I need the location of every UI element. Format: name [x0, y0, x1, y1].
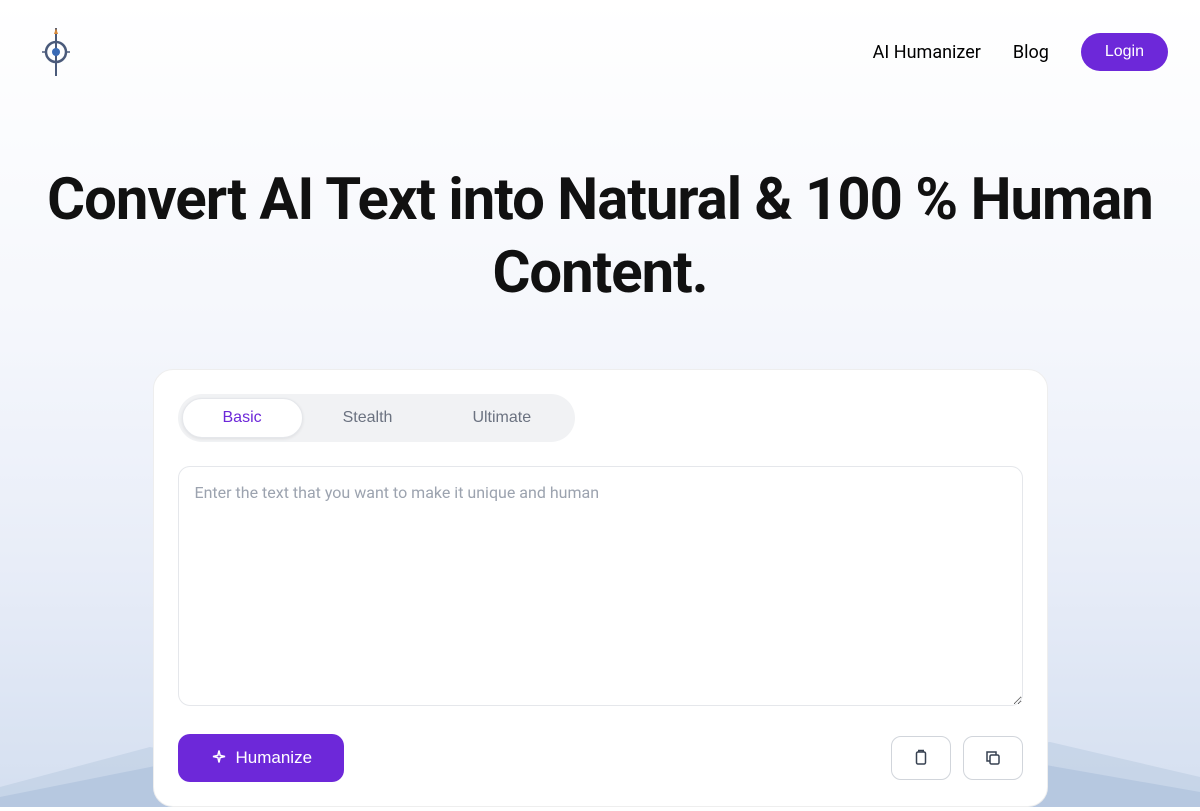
nav-link-blog[interactable]: Blog [1013, 42, 1049, 63]
nav-link-humanizer[interactable]: AI Humanizer [873, 42, 981, 63]
tab-basic[interactable]: Basic [182, 398, 303, 438]
secondary-button-2[interactable] [963, 736, 1023, 780]
login-button[interactable]: Login [1081, 33, 1168, 71]
main-nav: AI Humanizer Blog Login [873, 33, 1168, 71]
header: AI Humanizer Blog Login [0, 0, 1200, 104]
action-row: Humanize [178, 734, 1023, 782]
humanize-label: Humanize [236, 748, 313, 768]
tab-ultimate[interactable]: Ultimate [432, 398, 571, 438]
copy-icon [984, 749, 1002, 767]
clipboard-icon [912, 749, 930, 767]
logo-icon [32, 24, 80, 80]
tab-stealth[interactable]: Stealth [303, 398, 433, 438]
sparkle-icon [210, 749, 228, 767]
humanize-button[interactable]: Humanize [178, 734, 345, 782]
hero-section: Convert AI Text into Natural & 100 % Hum… [0, 164, 1200, 309]
logo[interactable] [32, 24, 80, 80]
secondary-actions [891, 736, 1023, 780]
hero-title: Convert AI Text into Natural & 100 % Hum… [40, 164, 1160, 309]
mode-tabs: Basic Stealth Ultimate [178, 394, 576, 442]
text-input[interactable] [178, 466, 1023, 706]
secondary-button-1[interactable] [891, 736, 951, 780]
tool-card: Basic Stealth Ultimate Humanize [153, 369, 1048, 807]
